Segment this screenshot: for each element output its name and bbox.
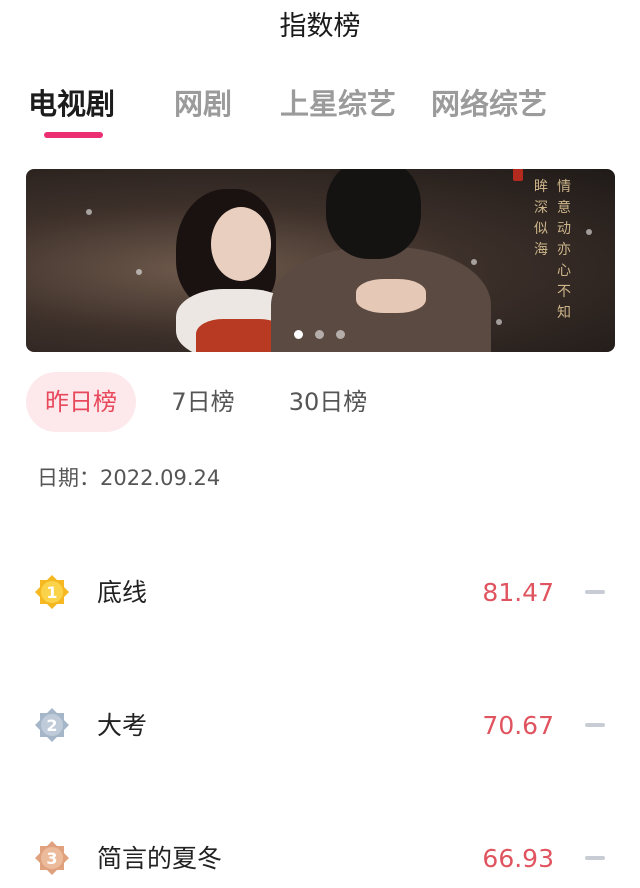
tab-web-drama[interactable]: 网剧 [174,84,232,124]
rank-2-badge-icon: 2 [35,708,69,742]
tab-satellite-variety[interactable]: 上星综艺 [280,84,396,124]
rank-3-badge-icon: 3 [35,841,69,875]
active-tab-indicator [44,132,103,138]
carousel-indicator [294,324,357,339]
date-line: 日期：2022.09.24 [37,463,220,493]
show-score: 66.93 [482,844,554,873]
snow-flake [586,229,592,235]
tab-7-day[interactable]: 7日榜 [158,372,248,432]
banner-carousel[interactable]: 眸深似海 情意动亦心不知 [26,169,615,352]
carousel-dot[interactable] [294,330,303,339]
ranking-row[interactable]: 1 底线 81.47 [0,562,640,622]
trend-flat-icon [585,590,605,594]
banner-figure-face [211,207,271,281]
carousel-dot[interactable] [336,330,345,339]
trend-flat-icon [585,723,605,727]
banner-poem-right: 情意动亦心不知 [557,179,571,321]
tab-tv-drama[interactable]: 电视剧 [28,84,115,124]
banner-poem-left: 眸深似海 [534,179,548,258]
tab-30-day[interactable]: 30日榜 [280,372,376,432]
rank-1-badge-icon: 1 [35,575,69,609]
show-name: 大考 [97,711,148,740]
show-score: 70.67 [482,711,554,740]
show-name: 简言的夏冬 [97,844,223,873]
date-label: 日期： [37,466,100,490]
date-value: 2022.09.24 [100,466,221,490]
snow-flake [136,269,142,275]
rank-number: 3 [46,849,57,868]
ranking-row[interactable]: 2 大考 70.67 [0,695,640,755]
tab-web-variety[interactable]: 网络综艺 [431,84,547,124]
rank-number: 1 [46,583,57,602]
ranking-row[interactable]: 3 简言的夏冬 66.93 [0,828,640,888]
banner-seal [513,169,523,181]
tab-yesterday[interactable]: 昨日榜 [26,372,136,432]
snow-flake [471,259,477,265]
show-name: 底线 [97,578,148,607]
banner-figure-head [326,169,421,259]
page-title: 指数榜 [279,11,361,42]
show-score: 81.47 [482,578,554,607]
trend-flat-icon [585,856,605,860]
carousel-dot[interactable] [315,330,324,339]
banner-figure-hand [356,279,426,313]
snow-flake [86,209,92,215]
rank-number: 2 [46,716,57,735]
snow-flake [496,319,502,325]
